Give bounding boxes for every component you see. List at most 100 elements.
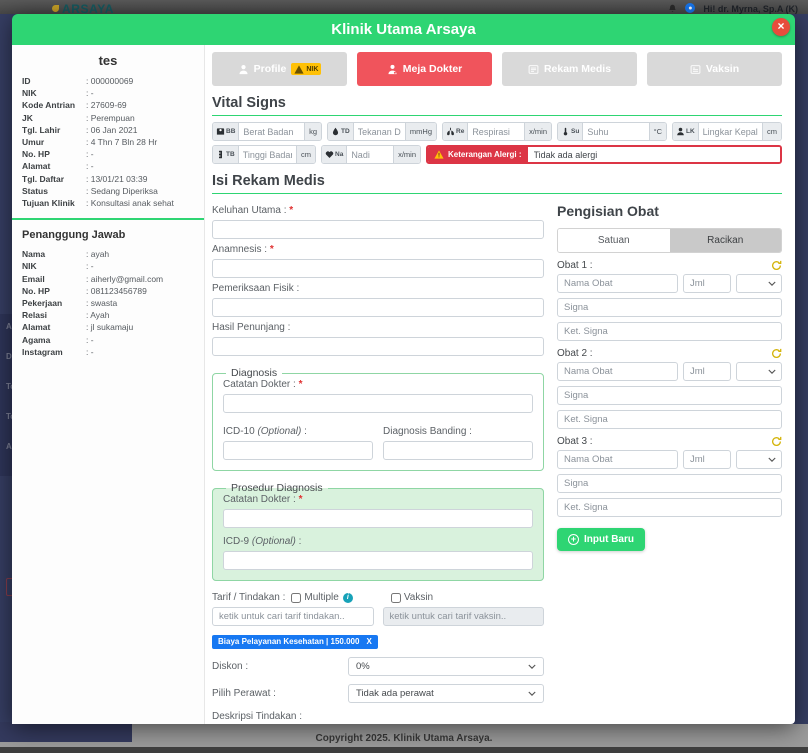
pemeriksaan-fisik-input[interactable] [212,298,544,317]
info-value: : - [86,334,194,346]
info-label: Alamat [22,160,86,172]
anamnesis-input[interactable] [212,259,544,278]
patient-row: ID: 000000069 [22,75,194,87]
signa-input[interactable] [557,386,782,405]
chevron-down-icon [768,281,776,287]
refresh-icon[interactable] [771,348,782,359]
obat-tab-bar: Satuan Racikan [557,228,782,253]
ket-signa-input[interactable] [557,410,782,429]
remove-tarif-icon[interactable]: X [366,637,371,646]
label-text: Keluhan Utama : [212,205,289,216]
bell-icon[interactable] [668,4,677,13]
guardian-row: Pekerjaan: swasta [22,297,194,309]
jml-input[interactable] [683,274,731,293]
user-greeting[interactable]: Hi! dr. Myrna, Sp.A (K) [703,4,798,14]
catatan-dokter-input[interactable] [223,394,533,413]
respirasi-input[interactable] [468,123,524,140]
info-label: NIK [22,87,86,99]
pulse-field-group: Na x/min [321,145,421,164]
icd9-input[interactable] [223,551,533,570]
multiple-checkbox[interactable] [291,593,301,603]
input-baru-button[interactable]: + Input Baru [557,528,645,551]
tarif-tindakan-row: Tarif / Tindakan : Multiple i Vaksin [212,592,544,603]
perawat-row: Pilih Perawat : Tidak ada perawat [212,684,544,703]
optional-text: (Optional) [252,536,296,547]
unit-label: cm [762,123,781,140]
tab-label: Profile [254,63,287,75]
height-prefix: TB [213,146,239,163]
tab-vaksin[interactable]: Vaksin [647,52,782,86]
guardian-row: Agama: - [22,334,194,346]
satuan-obat-select[interactable] [736,362,782,381]
suhu-input[interactable] [583,123,648,140]
keterangan-alergi-input[interactable] [528,147,781,162]
refresh-icon[interactable] [771,260,782,271]
close-icon[interactable]: × [772,18,790,36]
cari-tarif-tindakan-input[interactable] [212,607,374,626]
patient-row: NIK: - [22,87,194,99]
keluhan-utama-input[interactable] [212,220,544,239]
obat-3-row [557,450,782,469]
tab-meja-dokter[interactable]: Meja Dokter [357,52,492,86]
tab-satuan[interactable]: Satuan [558,229,670,252]
jml-input[interactable] [683,450,731,469]
satuan-obat-select[interactable] [736,274,782,293]
guardian-row: Nama: ayah [22,248,194,260]
info-label: No. HP [22,148,86,160]
icd10-input[interactable] [223,441,373,460]
info-value: : Sedang Diperiksa [86,185,194,197]
tekanan-darah-input[interactable] [354,123,405,140]
tab-racikan[interactable]: Racikan [670,229,782,252]
berat-badan-input[interactable] [239,123,304,140]
user-avatar-icon[interactable]: ● [685,3,695,13]
patient-row: No. HP: - [22,148,194,160]
nama-obat-input[interactable] [557,362,678,381]
required-mark: * [289,205,293,216]
ket-signa-input[interactable] [557,322,782,341]
prosedur-catatan-input[interactable] [223,509,533,528]
nama-obat-input[interactable] [557,274,678,293]
info-label: Pekerjaan [22,297,86,309]
tarif-label: Tarif / Tindakan : [212,592,285,603]
unit-label: °C [649,123,666,140]
satuan-obat-select[interactable] [736,450,782,469]
nama-obat-input[interactable] [557,450,678,469]
warning-icon [434,150,444,159]
required-mark: * [270,244,274,255]
vaksin-checkbox[interactable] [391,593,401,603]
person-icon [238,64,249,75]
lingkar-kepala-input[interactable] [699,123,762,140]
catatan-dokter-label: Catatan Dokter : * [223,379,533,390]
info-value: : aiherly@gmail.com [86,273,194,285]
allergy-label-text: Keterangan Alergi : [448,150,522,159]
perawat-select[interactable]: Tidak ada perawat [348,684,544,703]
ket-signa-input[interactable] [557,498,782,517]
diskon-select[interactable]: 0% [348,657,544,676]
obat-3-header: Obat 3 : [557,436,782,447]
info-value: : Perempuan [86,112,194,124]
jml-input[interactable] [683,362,731,381]
info-icon[interactable]: i [343,593,353,603]
diagnosis-banding-input[interactable] [383,441,533,460]
doctor-icon [387,64,398,75]
info-label: No. HP [22,285,86,297]
vital-code: BB [226,128,235,135]
nadi-input[interactable] [347,146,393,163]
height-field-group: TB cm [212,145,316,164]
tab-rekam-medis[interactable]: Rekam Medis [502,52,637,86]
info-label: NIK [22,260,86,272]
hasil-penunjang-label: Hasil Penunjang : [212,322,544,333]
hasil-penunjang-input[interactable] [212,337,544,356]
resp-prefix: Re [443,123,468,140]
signa-input[interactable] [557,474,782,493]
label-text: ICD-10 [223,426,257,437]
refresh-icon[interactable] [771,436,782,447]
label-text: Catatan Dokter : [223,494,299,505]
tab-profile[interactable]: Profile NIK [212,52,347,86]
head-circumference-field-group: LK cm [672,122,782,141]
signa-input[interactable] [557,298,782,317]
catatan-dokter-label: Catatan Dokter : * [223,494,533,505]
allergy-field-group: Keterangan Alergi : [426,145,782,164]
tinggi-badan-input[interactable] [239,146,296,163]
required-mark: * [299,379,303,390]
